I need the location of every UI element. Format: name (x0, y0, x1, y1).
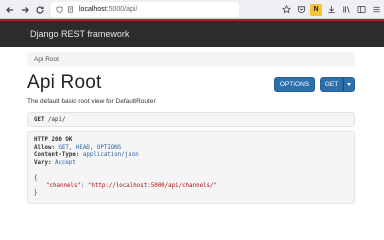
header-value: Accept (54, 159, 76, 166)
json-close-brace: } (34, 190, 38, 197)
navbar: Django REST framework (0, 19, 384, 47)
browser-toolbar: localhost:5000/api/ N (0, 0, 384, 19)
json-separator: : (80, 182, 88, 189)
breadcrumb: Api Root (27, 52, 355, 67)
url-host: localhost (79, 6, 107, 13)
options-button-label: OPTIONS (279, 81, 310, 88)
forward-arrow-icon (21, 6, 29, 13)
back-button[interactable] (2, 2, 17, 17)
extension-icon[interactable]: N (310, 3, 322, 16)
download-icon[interactable] (325, 4, 337, 16)
response-status: HTTP 200 OK (34, 137, 73, 143)
forward-button[interactable] (17, 2, 32, 17)
breadcrumb-item-api-root[interactable]: Api Root (34, 56, 59, 63)
page-description: The default basic root view for DefaultR… (27, 98, 156, 105)
shield-icon (55, 5, 64, 14)
header-name: Vary: (34, 159, 52, 166)
header-name: Allow: (34, 144, 55, 151)
page-title: Api Root (27, 72, 102, 93)
caret-down-icon (347, 83, 351, 86)
reload-icon (35, 6, 44, 14)
header-value: application/json (82, 152, 139, 159)
menu-icon[interactable] (370, 4, 382, 16)
response-status-line: HTTP 200 OK (34, 137, 348, 145)
bookmark-star-icon[interactable] (280, 4, 292, 16)
response-header-content-type: Content-Type: application/json (34, 152, 348, 160)
get-format-dropdown-button[interactable] (343, 77, 355, 92)
get-button[interactable]: GET (320, 77, 343, 92)
options-button[interactable]: OPTIONS (274, 77, 315, 92)
sidebar-icon[interactable] (355, 4, 367, 16)
json-entry-channels: "channels": "http://localhost:5000/api/c… (34, 183, 348, 191)
page-info-icon (66, 5, 75, 14)
pocket-icon[interactable] (295, 4, 307, 16)
request-method: GET (34, 116, 45, 123)
address-bar[interactable]: localhost:5000/api/ (51, 2, 239, 17)
json-link-channels[interactable]: "http://localhost:5000/api/channels/" (88, 183, 217, 189)
extension-badge: N (313, 6, 319, 13)
json-open-brace: { (34, 174, 38, 181)
back-arrow-icon (5, 6, 13, 13)
header-value: GET, HEAD, OPTIONS (58, 144, 122, 151)
get-button-group: GET (320, 77, 355, 92)
response-info: HTTP 200 OK Allow: GET, HEAD, OPTIONS Co… (27, 131, 355, 204)
response-header-vary: Vary: Accept (34, 160, 348, 168)
reload-button[interactable] (32, 2, 47, 17)
json-key: "channels" (46, 182, 81, 189)
url-path: :5000/api/ (106, 6, 138, 13)
response-header-allow: Allow: GET, HEAD, OPTIONS (34, 145, 348, 153)
toolbar-right-icons: N (280, 2, 382, 17)
header-name: Content-Type: (34, 152, 80, 159)
url-text: localhost:5000/api/ (79, 6, 137, 13)
library-icon[interactable] (340, 4, 352, 16)
navbar-brand[interactable]: Django REST framework (30, 29, 129, 39)
get-button-label: GET (324, 81, 339, 88)
request-info: GET /api/ (27, 112, 355, 127)
request-path: /api/ (47, 116, 66, 123)
